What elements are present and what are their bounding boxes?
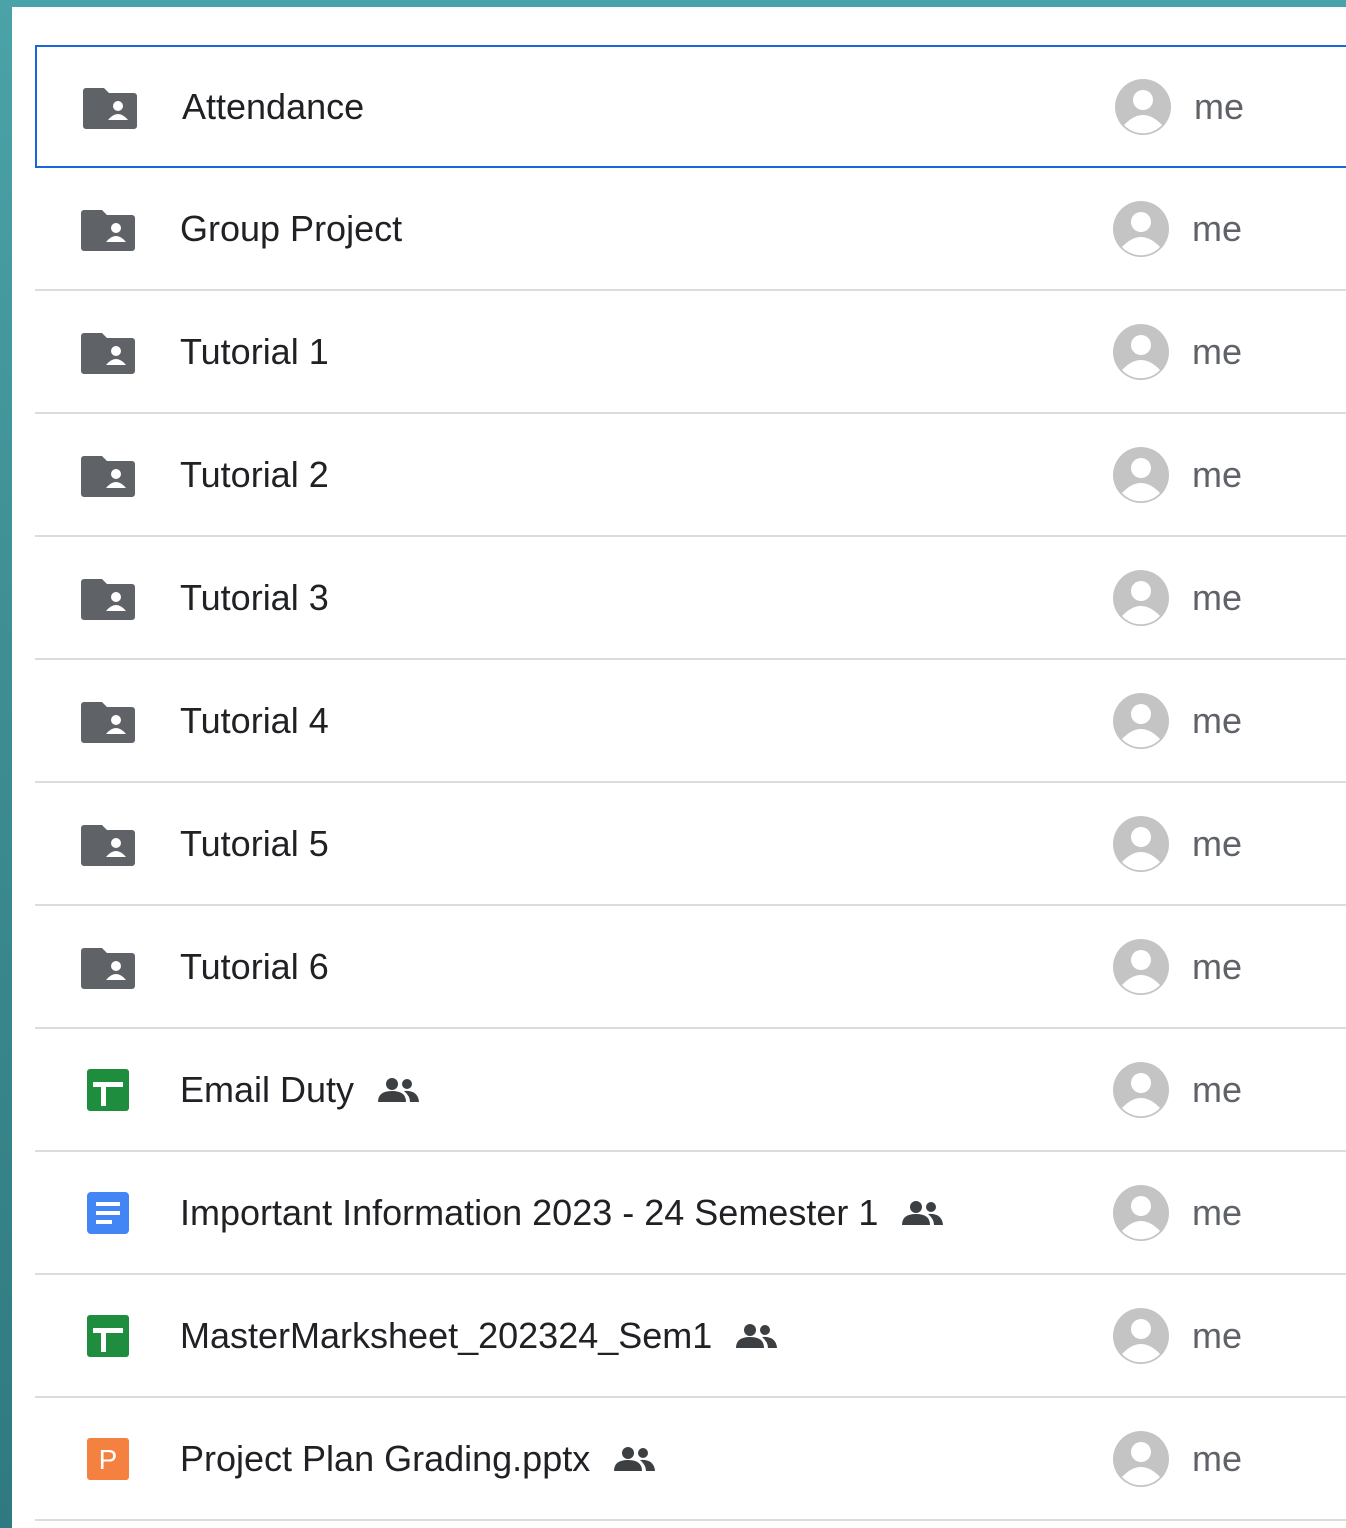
shared-people-icon [612,1445,656,1473]
file-row[interactable]: Group Project me [35,168,1346,291]
shared-folder-icon [81,206,135,252]
avatar-icon [1111,568,1171,628]
avatar-icon [1111,445,1171,505]
avatar-icon [1111,1429,1171,1489]
file-name[interactable]: MasterMarksheet_202324_Sem1 [180,1315,712,1357]
owner-name: me [1192,207,1243,249]
owner-name: me [1192,330,1243,372]
file-name[interactable]: Project Plan Grading.pptx [180,1438,590,1480]
file-name-cell: Tutorial 5 [180,823,329,865]
file-list-panel: Attendance me Group Project me Tutorial … [12,7,1346,1528]
file-row[interactable]: Tutorial 4 me [35,660,1346,783]
google-sheets-icon [81,1313,135,1359]
owner-name: me [1192,1437,1243,1479]
owner-name: me [1192,1068,1243,1110]
file-row[interactable]: Tutorial 3 me [35,537,1346,660]
shared-folder-icon [81,329,135,375]
file-row[interactable]: Important Information 2023 - 24 Semester… [35,1152,1346,1275]
file-name[interactable]: Tutorial 3 [180,577,329,619]
file-name[interactable]: Tutorial 4 [180,700,329,742]
file-name[interactable]: Attendance [182,86,364,128]
avatar-icon [1111,937,1171,997]
file-name-cell: MasterMarksheet_202324_Sem1 [180,1315,778,1357]
owner-name: me [1192,699,1243,741]
owner-name: me [1192,822,1243,864]
slides-letter: P [99,1444,118,1475]
file-name-cell: Tutorial 1 [180,331,329,373]
shared-folder-icon [81,944,135,990]
shared-people-icon [376,1076,420,1104]
avatar-icon [1111,1060,1171,1120]
avatar-icon [1111,199,1171,259]
file-name[interactable]: Email Duty [180,1069,354,1111]
avatar-icon [1111,814,1171,874]
file-row[interactable]: Tutorial 1 me [35,291,1346,414]
google-slides-icon: P [81,1436,135,1482]
owner-name: me [1194,85,1245,127]
file-row[interactable]: MasterMarksheet_202324_Sem1 me [35,1275,1346,1398]
shared-folder-icon [81,821,135,867]
avatar-icon [1111,1183,1171,1243]
file-name-cell: Project Plan Grading.pptx [180,1438,656,1480]
google-sheets-icon [81,1067,135,1113]
file-name-cell: Tutorial 2 [180,454,329,496]
owner-name: me [1192,1314,1243,1356]
file-name-cell: Tutorial 6 [180,946,329,988]
owner-name: me [1192,945,1243,987]
file-name[interactable]: Tutorial 2 [180,454,329,496]
file-name-cell: Important Information 2023 - 24 Semester… [180,1192,944,1234]
owner-name: me [1192,1191,1243,1233]
file-row[interactable]: Email Duty me [35,1029,1346,1152]
file-name-cell: Email Duty [180,1069,420,1111]
file-name-cell: Group Project [180,208,402,250]
shared-folder-icon [81,452,135,498]
shared-folder-icon [81,575,135,621]
file-row[interactable]: Tutorial 2 me [35,414,1346,537]
file-row[interactable]: Attendance me [35,45,1346,168]
file-name[interactable]: Important Information 2023 - 24 Semester… [180,1192,878,1234]
file-name-cell: Attendance [182,86,364,128]
shared-people-icon [900,1199,944,1227]
shared-folder-icon [81,698,135,744]
file-row[interactable]: P Project Plan Grading.pptx me [35,1398,1346,1521]
file-name[interactable]: Tutorial 1 [180,331,329,373]
avatar-icon [1111,322,1171,382]
file-name-cell: Tutorial 3 [180,577,329,619]
file-name[interactable]: Tutorial 5 [180,823,329,865]
owner-name: me [1192,576,1243,618]
file-row[interactable]: Tutorial 6 me [35,906,1346,1029]
shared-folder-icon [83,84,137,130]
file-list: Attendance me Group Project me Tutorial … [35,45,1346,1521]
file-name-cell: Tutorial 4 [180,700,329,742]
avatar-icon [1113,77,1173,137]
file-name[interactable]: Tutorial 6 [180,946,329,988]
file-row[interactable]: Tutorial 5 me [35,783,1346,906]
google-docs-icon [81,1190,135,1236]
avatar-icon [1111,1306,1171,1366]
shared-people-icon [734,1322,778,1350]
owner-name: me [1192,453,1243,495]
file-name[interactable]: Group Project [180,208,402,250]
avatar-icon [1111,691,1171,751]
